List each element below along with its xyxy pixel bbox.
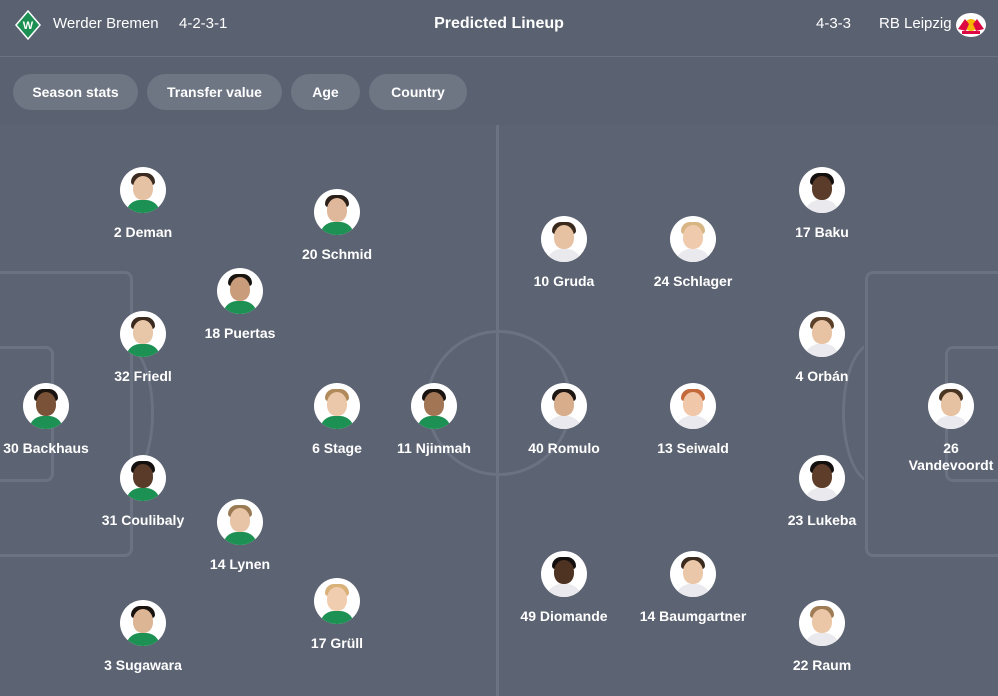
player-avatar: [120, 600, 166, 646]
player-card[interactable]: 2 Deman: [83, 167, 203, 241]
player-name: 17 Grüll: [310, 635, 364, 651]
player-name: 10 Gruda: [533, 273, 595, 289]
away-formation: 4-3-3: [816, 15, 852, 32]
player-avatar: [670, 216, 716, 262]
player-name: 14 Lynen: [209, 556, 271, 572]
stat-filter-bar: Season stats Transfer value Age Country: [0, 57, 998, 125]
player-avatar: [120, 455, 166, 501]
rb-leipzig-crest-icon[interactable]: [955, 12, 987, 38]
player-card[interactable]: 4 Orbán: [762, 311, 882, 385]
player-card[interactable]: 24 Schlager: [633, 216, 753, 290]
player-avatar: [217, 499, 263, 545]
player-name: 49 Diomande: [520, 608, 608, 624]
filter-season-stats[interactable]: Season stats: [13, 74, 138, 110]
player-name: 40 Romulo: [528, 440, 600, 456]
player-avatar: [928, 383, 974, 429]
filter-age[interactable]: Age: [291, 74, 360, 110]
player-avatar: [541, 551, 587, 597]
player-avatar: [541, 216, 587, 262]
player-avatar: [799, 600, 845, 646]
player-card[interactable]: 17 Grüll: [277, 578, 397, 652]
player-avatar: [314, 189, 360, 235]
player-name: 23 Lukeba: [787, 512, 857, 528]
player-name: 26 Vandevoordt: [908, 440, 994, 473]
player-avatar: [541, 383, 587, 429]
player-card[interactable]: 23 Lukeba: [762, 455, 882, 529]
player-avatar: [670, 383, 716, 429]
player-card[interactable]: 40 Romulo: [504, 383, 624, 457]
player-card[interactable]: 14 Baumgartner: [633, 551, 753, 625]
player-card[interactable]: 10 Gruda: [504, 216, 624, 290]
player-name: 13 Seiwald: [657, 440, 729, 456]
player-avatar: [670, 551, 716, 597]
player-avatar: [799, 167, 845, 213]
player-card[interactable]: 49 Diomande: [504, 551, 624, 625]
player-name: 14 Baumgartner: [639, 608, 747, 624]
player-card[interactable]: 14 Lynen: [180, 499, 300, 573]
lineup-header: W Werder Bremen 4-2-3-1 Predicted Lineup…: [0, 0, 998, 57]
filter-transfer-value[interactable]: Transfer value: [147, 74, 282, 110]
player-avatar: [411, 383, 457, 429]
player-avatar: [120, 311, 166, 357]
player-name: 24 Schlager: [653, 273, 733, 289]
player-card[interactable]: 11 Njinmah: [374, 383, 494, 457]
player-avatar: [217, 268, 263, 314]
player-name: 3 Sugawara: [104, 657, 182, 673]
away-team-name[interactable]: RB Leipzig: [879, 15, 952, 32]
player-name: 20 Schmid: [301, 246, 373, 262]
pitch: 2 Deman 20 Schmid 18 Puertas 32 Friedl 3…: [0, 125, 998, 696]
filter-country[interactable]: Country: [369, 74, 467, 110]
player-avatar: [120, 167, 166, 213]
player-name: 22 Raum: [792, 657, 852, 673]
player-card[interactable]: 22 Raum: [762, 600, 882, 674]
player-name: 11 Njinmah: [397, 440, 471, 456]
player-avatar: [799, 455, 845, 501]
player-card[interactable]: 17 Baku: [762, 167, 882, 241]
player-card[interactable]: 13 Seiwald: [633, 383, 753, 457]
player-card[interactable]: 26 Vandevoordt: [891, 383, 998, 474]
player-name: 2 Deman: [113, 224, 173, 240]
player-name: 4 Orbán: [795, 368, 849, 384]
player-avatar: [314, 578, 360, 624]
player-card[interactable]: 20 Schmid: [277, 189, 397, 263]
player-card[interactable]: 3 Sugawara: [83, 600, 203, 674]
player-card[interactable]: 32 Friedl: [83, 311, 203, 385]
player-avatar: [799, 311, 845, 357]
player-avatar: [23, 383, 69, 429]
player-name: 17 Baku: [795, 224, 849, 240]
player-card[interactable]: 30 Backhaus: [0, 383, 106, 457]
player-avatar: [314, 383, 360, 429]
